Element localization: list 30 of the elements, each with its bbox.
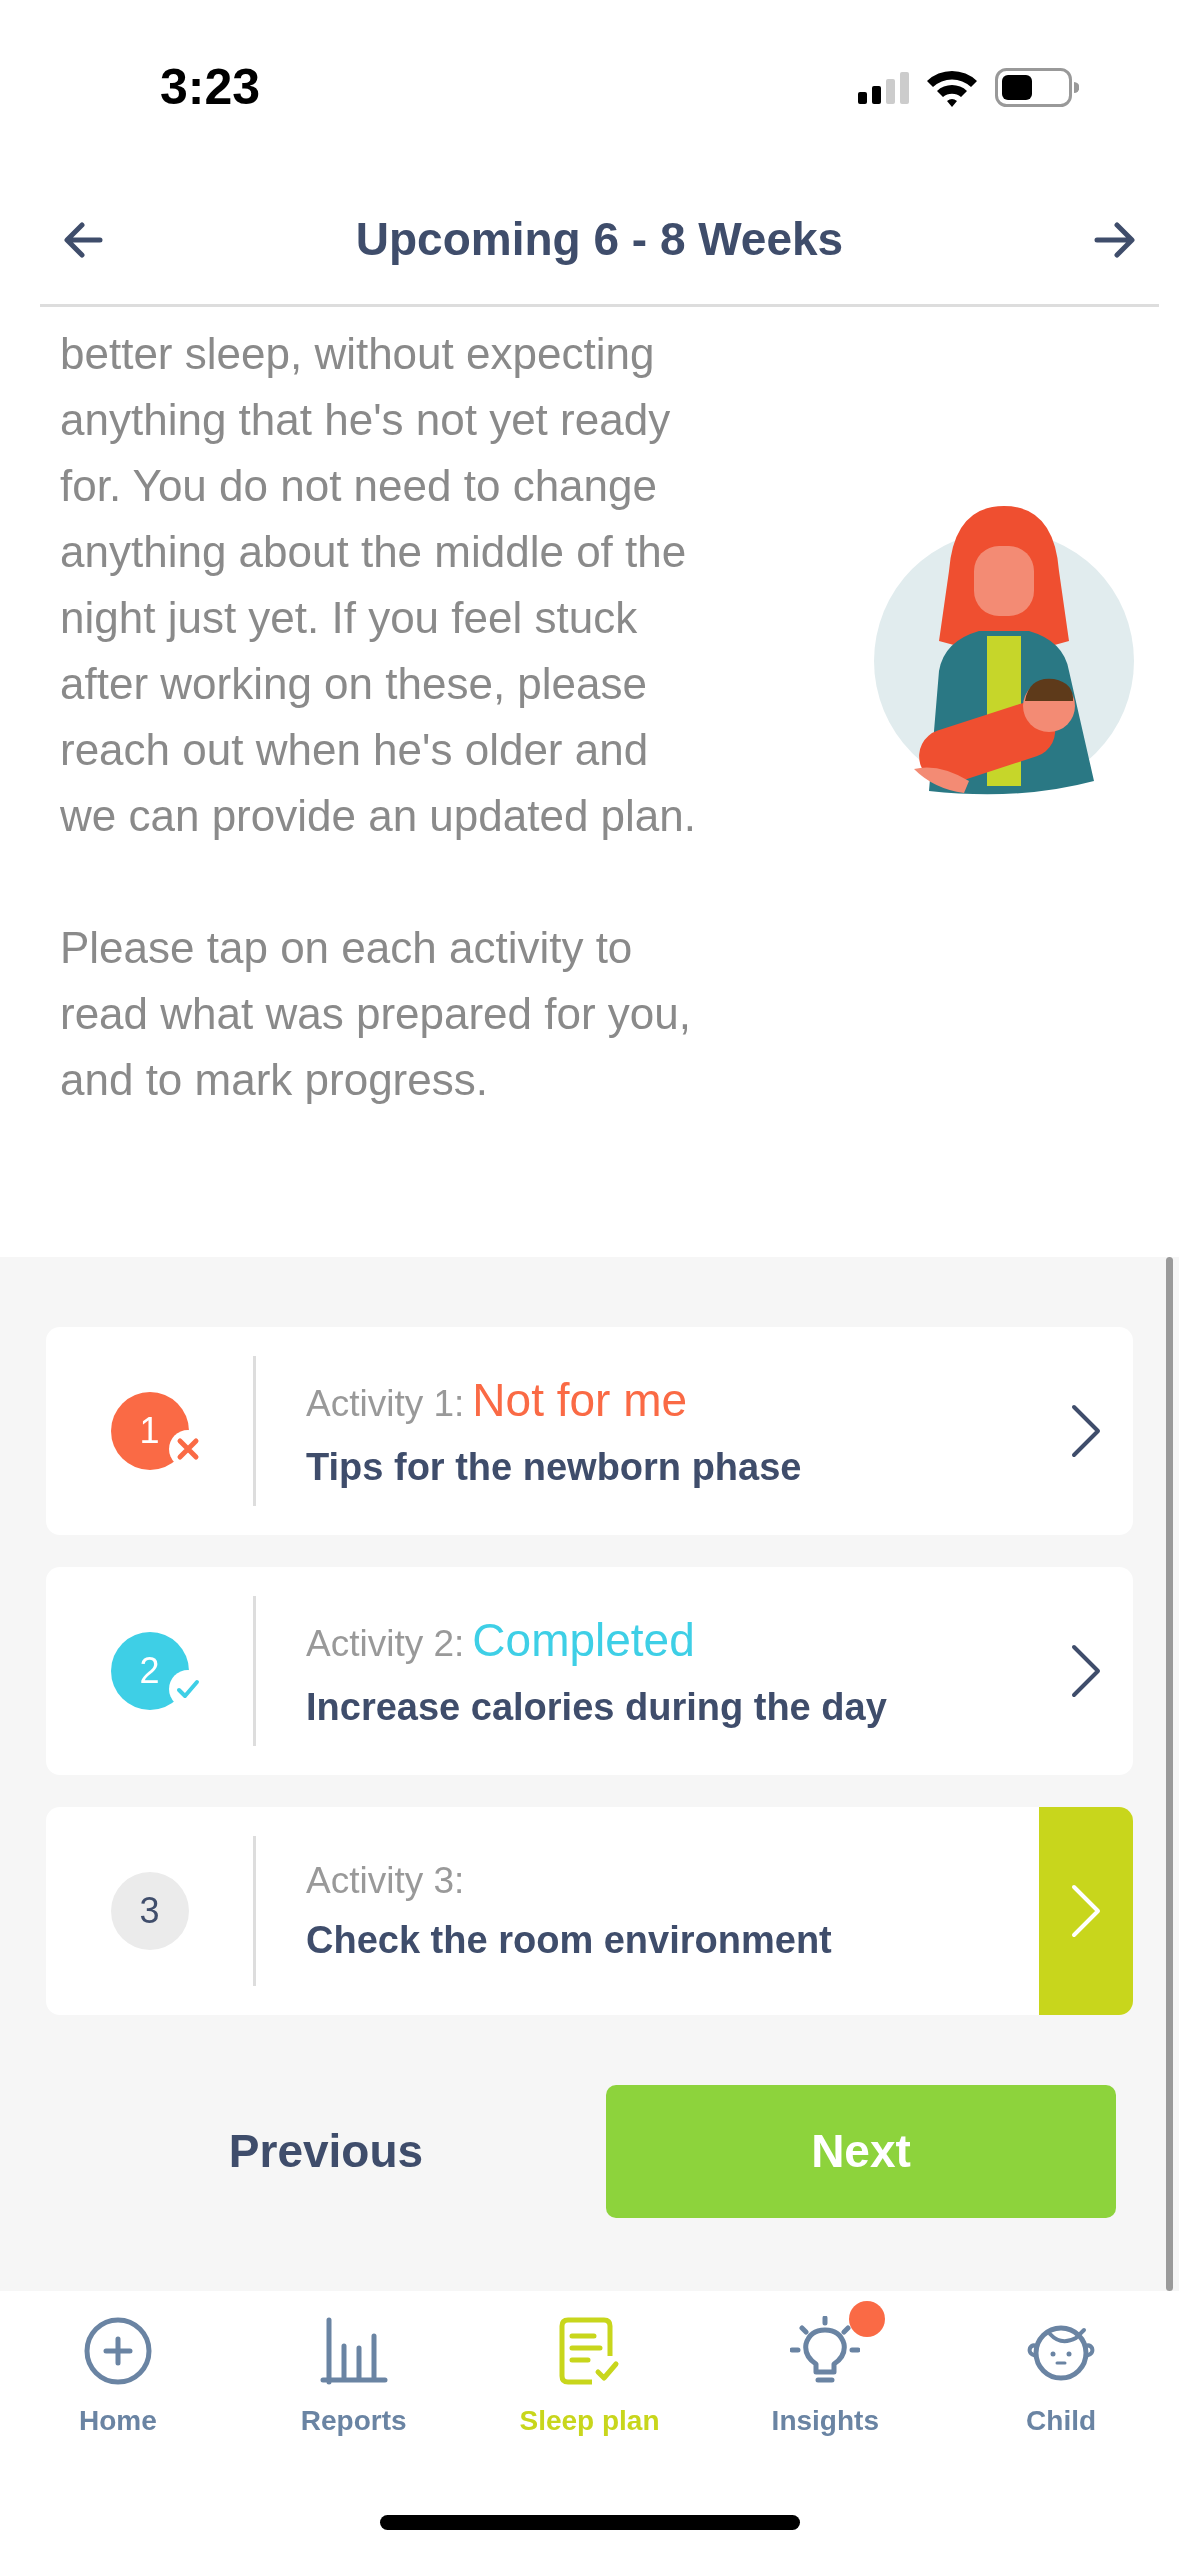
activity-number: 2 bbox=[110, 1632, 189, 1710]
scrollbar[interactable] bbox=[1166, 1257, 1173, 2291]
battery-icon bbox=[995, 68, 1079, 107]
activity-title: Increase calories during the day bbox=[306, 1685, 888, 1730]
activity-status: Not for me bbox=[472, 1373, 688, 1428]
activity-title: Tips for the newborn phase bbox=[306, 1445, 803, 1490]
wifi-icon bbox=[925, 68, 979, 107]
activity-label: Activity 1: bbox=[306, 1382, 465, 1426]
tab-bar-item[interactable]: Reports bbox=[236, 2315, 472, 2443]
screen-title: Upcoming 6 - 8 Weeks bbox=[355, 212, 844, 267]
signal-icon bbox=[858, 71, 909, 104]
clock-time: 3:23 bbox=[160, 58, 261, 117]
activity-card[interactable]: 2 Activity 2: Completed Increase calories during the day bbox=[46, 1567, 1133, 1775]
lightbulb-icon bbox=[790, 2316, 861, 2386]
activity-status: Completed bbox=[472, 1613, 695, 1668]
bar-chart-icon bbox=[318, 2316, 389, 2386]
activity-number: 1 bbox=[110, 1392, 189, 1470]
activity-card[interactable]: 3 Activity 3: Check the room environment bbox=[46, 1807, 1133, 2015]
activity-number: 3 bbox=[110, 1872, 189, 1950]
body-paragraph: better sleep, without expecting anything that he's not yet ready for. You do not need to change anything about the middle of the night just yet. If you feel stuck after working on these, please reach out when he's older and we can provide an updated plan. bbox=[60, 328, 698, 842]
tab-bar-item[interactable]: Child bbox=[943, 2315, 1179, 2443]
activity-label: Activity 2: bbox=[306, 1622, 465, 1666]
activity-label: Activity 3: bbox=[306, 1858, 465, 1903]
body-paragraph: Please tap on each activity to read what was prepared for you, and to mark progress. bbox=[60, 922, 693, 1106]
plus-circle-icon bbox=[82, 2316, 153, 2386]
activity-card[interactable]: 1 Activity 1: Not for me Tips for the newborn phase bbox=[46, 1327, 1133, 1535]
tab-bar-item[interactable]: Insights bbox=[707, 2315, 943, 2443]
previous-button[interactable]: Previous bbox=[46, 2116, 606, 2187]
activity-title: Check the room environment bbox=[306, 1918, 833, 1964]
tab-bar-item[interactable]: Home bbox=[0, 2315, 236, 2443]
